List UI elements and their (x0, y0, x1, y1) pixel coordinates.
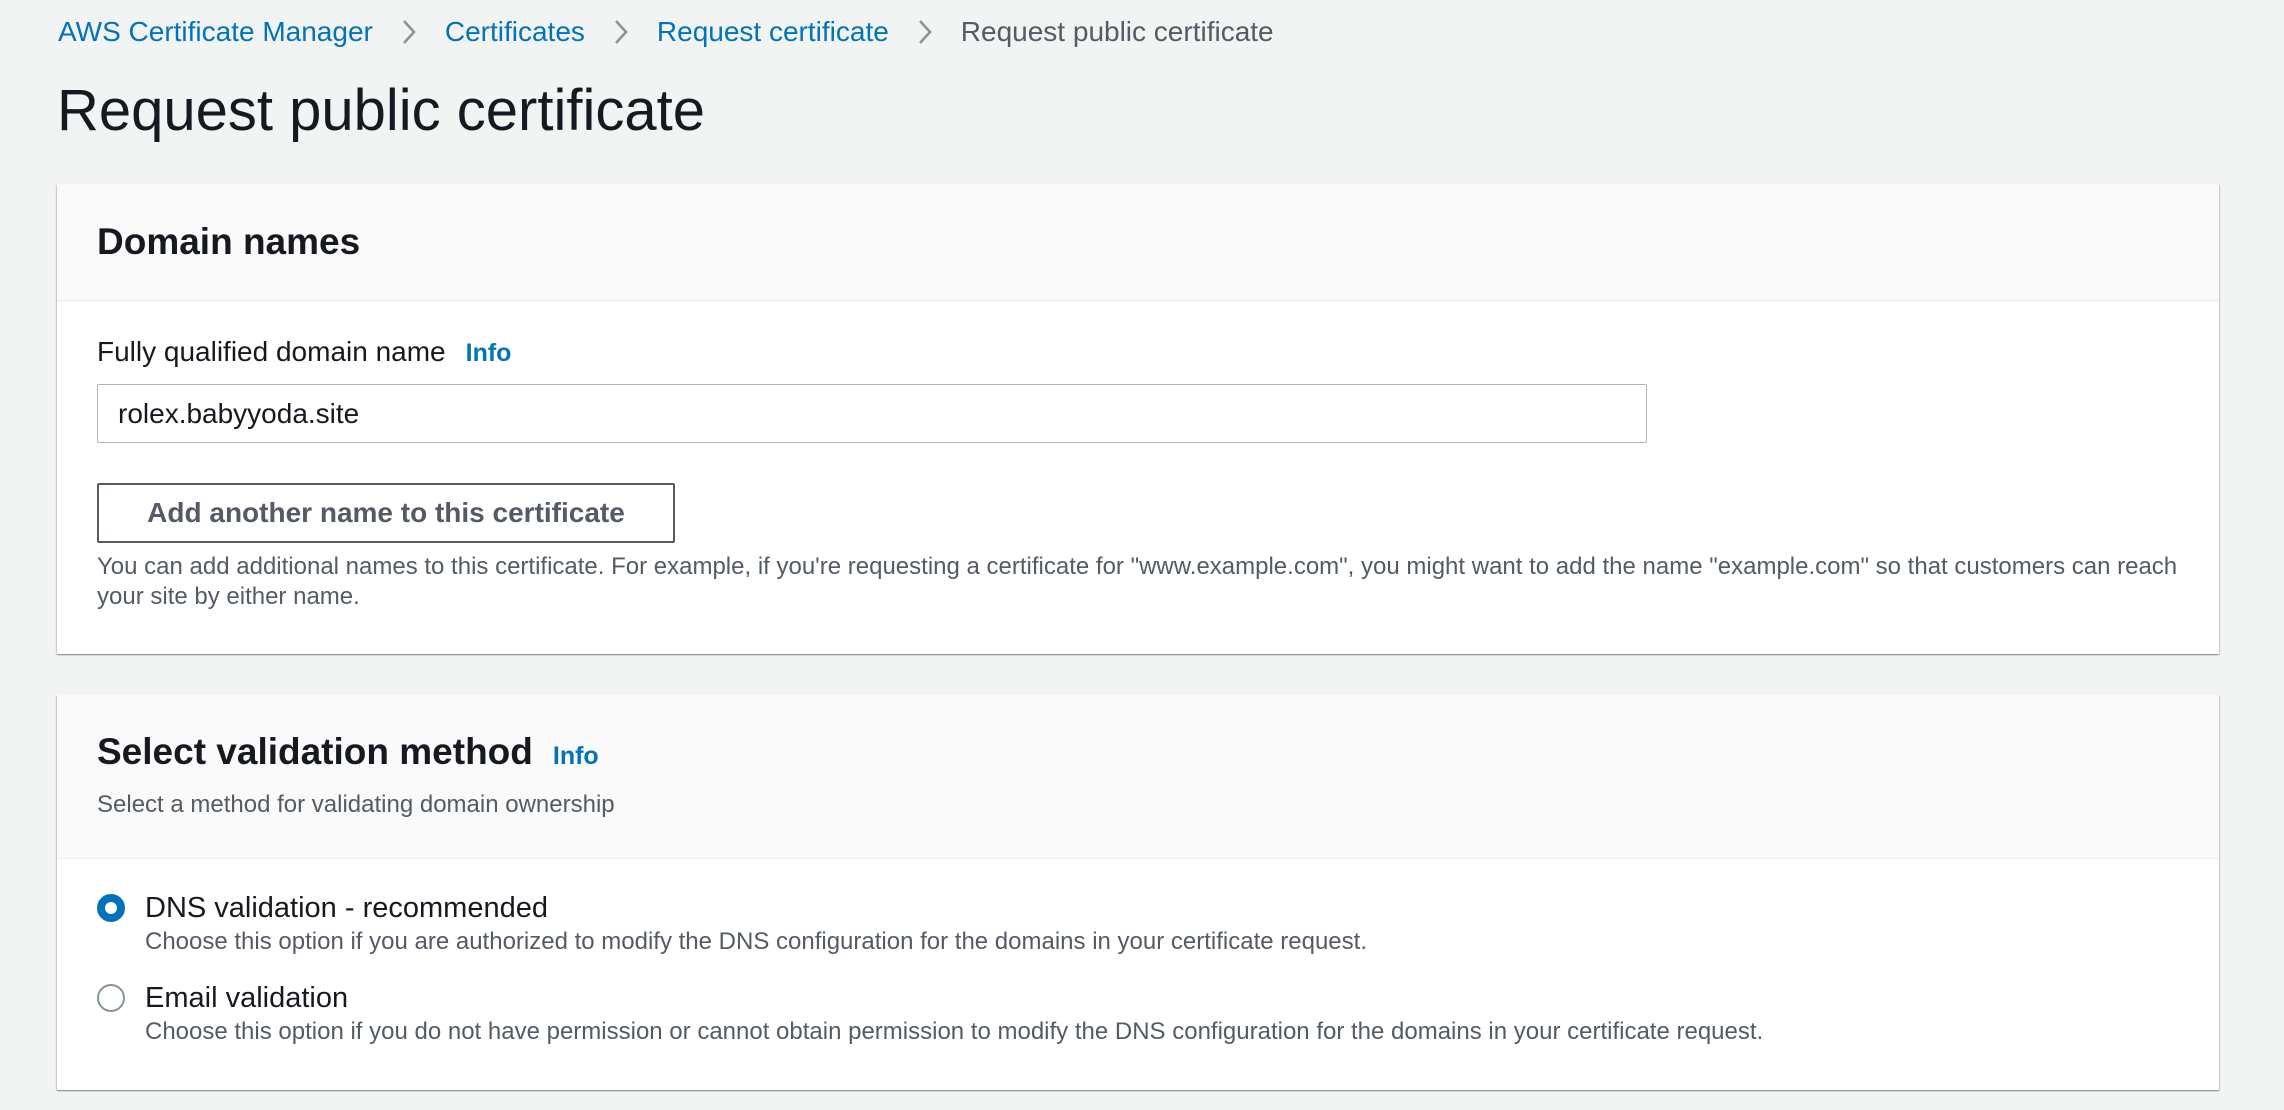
dns-validation-option[interactable]: DNS validation - recommended Choose this… (97, 892, 1367, 957)
chevron-right-icon (373, 19, 445, 45)
breadcrumb-request-certificate[interactable]: Request certificate (657, 16, 889, 48)
validation-info-link[interactable]: Info (553, 742, 599, 771)
fqdn-label: Fully qualified domain name (97, 336, 446, 367)
fqdn-info-link[interactable]: Info (466, 339, 512, 368)
validation-method-description: Select a method for validating domain ow… (97, 791, 615, 818)
dns-validation-description: Choose this option if you are authorized… (145, 928, 1367, 955)
breadcrumb-certificates[interactable]: Certificates (445, 16, 585, 48)
email-validation-option[interactable]: Email validation Choose this option if y… (97, 982, 1763, 1047)
domain-names-panel: Domain names Fully qualified domain name… (57, 184, 2219, 654)
add-another-name-button[interactable]: Add another name to this certificate (97, 483, 675, 543)
dns-validation-radio[interactable] (97, 894, 125, 922)
fqdn-input[interactable] (97, 384, 1647, 443)
page: AWS Certificate Manager Certificates Req… (0, 0, 2284, 1110)
breadcrumb-aws-certificate-manager[interactable]: AWS Certificate Manager (58, 16, 373, 48)
breadcrumb-current: Request public certificate (960, 16, 1274, 47)
breadcrumb: AWS Certificate Manager Certificates Req… (58, 14, 1274, 50)
domain-names-title: Domain names (97, 221, 361, 262)
email-validation-label: Email validation (145, 982, 349, 1014)
dns-validation-label: DNS validation - recommended (145, 892, 548, 924)
validation-method-title: Select validation method (97, 731, 533, 772)
chevron-right-icon (889, 19, 961, 45)
email-validation-text: Email validation Choose this option if y… (145, 982, 1763, 1047)
add-name-help-text: You can add additional names to this cer… (97, 553, 2178, 610)
validation-method-header: Select validation method Info Select a m… (57, 695, 2219, 859)
validation-title-row: Select validation method Info (97, 731, 2179, 773)
email-validation-description: Choose this option if you do not have pe… (145, 1018, 1764, 1045)
validation-method-panel: Select validation method Info Select a m… (57, 695, 2219, 1090)
fqdn-label-row: Fully qualified domain name Info (97, 336, 511, 368)
chevron-right-icon (585, 19, 657, 45)
email-validation-radio[interactable] (97, 984, 125, 1012)
dns-validation-text: DNS validation - recommended Choose this… (145, 892, 1367, 957)
domain-names-header: Domain names (57, 184, 2219, 301)
page-title: Request public certificate (57, 78, 705, 143)
